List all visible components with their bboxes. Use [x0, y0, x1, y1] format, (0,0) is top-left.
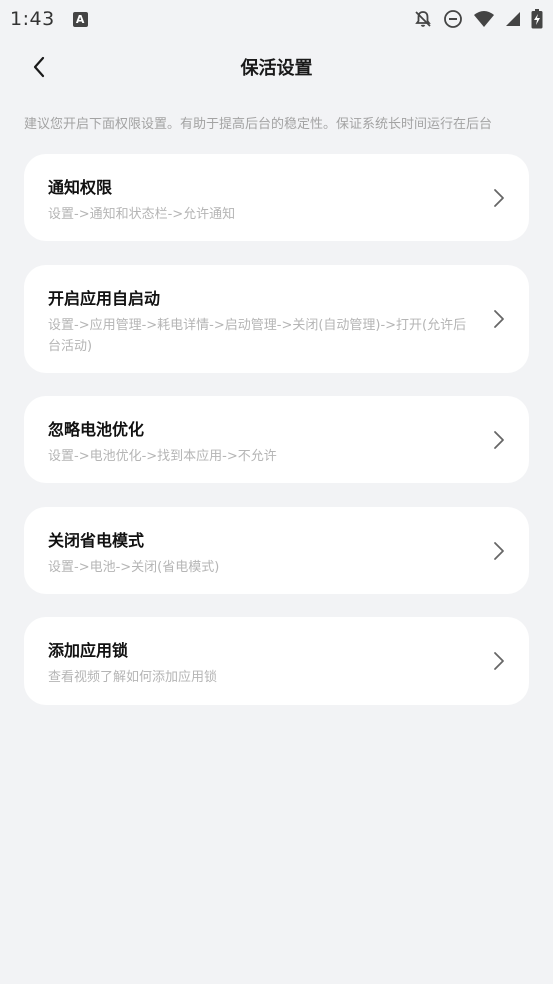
do-not-disturb-icon — [444, 10, 462, 28]
chevron-right-icon — [494, 310, 504, 328]
chevron-right-icon — [494, 431, 504, 449]
status-bar: 1:43 A — [0, 0, 553, 38]
card-description: 设置->电池->关闭(省电模式) — [48, 560, 220, 575]
chevron-right-icon — [494, 542, 504, 560]
card-power-saving-mode[interactable]: 关闭省电模式 设置->电池->关闭(省电模式) — [24, 507, 529, 594]
card-notification-permission[interactable]: 通知权限 设置->通知和状态栏->允许通知 — [24, 154, 529, 241]
card-ignore-battery-optimization[interactable]: 忽略电池优化 设置->电池优化->找到本应用->不允许 — [24, 396, 529, 483]
card-title: 通知权限 — [48, 178, 113, 197]
battery-charging-icon — [531, 9, 543, 29]
card-title: 添加应用锁 — [48, 641, 129, 660]
card-description: 设置->电池优化->找到本应用->不允许 — [48, 449, 277, 464]
cellular-signal-icon — [506, 12, 520, 26]
card-description: 设置->应用管理->耗电详情->启动管理->关闭(自动管理)->打开(允许后台活… — [48, 318, 467, 354]
chevron-right-icon — [494, 652, 504, 670]
card-title: 开启应用自启动 — [48, 289, 161, 308]
chevron-right-icon — [494, 189, 504, 207]
nav-bar: 保活设置 — [0, 44, 553, 90]
card-description: 查看视频了解如何添加应用锁 — [48, 670, 218, 685]
status-time: 1:43 — [10, 8, 55, 30]
wifi-icon — [474, 11, 494, 27]
card-title: 关闭省电模式 — [48, 531, 145, 550]
card-app-lock[interactable]: 添加应用锁 查看视频了解如何添加应用锁 — [24, 617, 529, 705]
card-description: 设置->通知和状态栏->允许通知 — [48, 207, 236, 222]
page-title: 保活设置 — [240, 58, 313, 79]
card-auto-start[interactable]: 开启应用自启动 设置->应用管理->耗电详情->启动管理->关闭(自动管理)->… — [24, 265, 529, 373]
app-notification-icon: A — [72, 11, 88, 27]
card-title: 忽略电池优化 — [48, 420, 145, 439]
keep-alive-hint: 建议您开启下面权限设置。有助于提高后台的稳定性。保证系统长时间运行在后台 — [24, 117, 493, 132]
notifications-off-icon — [415, 11, 431, 27]
status-icons — [413, 9, 543, 29]
